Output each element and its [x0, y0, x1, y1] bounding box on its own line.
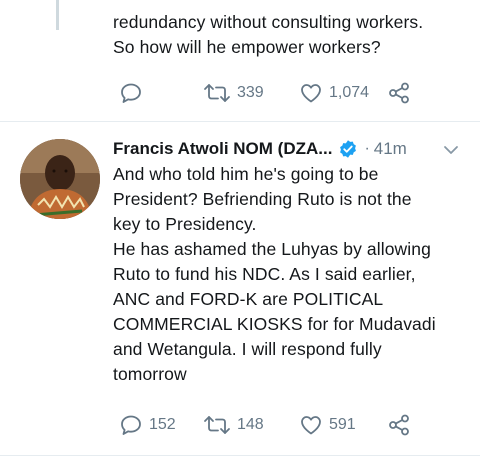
retweet-count: 339 [237, 84, 264, 101]
reply-icon [119, 81, 143, 105]
tweet-divider [0, 455, 480, 456]
heart-icon [299, 413, 323, 437]
timestamp[interactable]: 41m [374, 139, 407, 159]
share-icon [387, 413, 411, 437]
tweet-text: redundancy without consulting workers. S… [113, 12, 424, 57]
chevron-down-icon[interactable] [442, 141, 460, 164]
author-name[interactable]: Francis Atwoli NOM (DZA... [113, 139, 332, 159]
reply-button[interactable]: 152 [119, 412, 176, 438]
share-button[interactable] [387, 80, 411, 106]
retweet-icon [203, 413, 231, 437]
retweet-button[interactable]: 339 [203, 80, 264, 106]
verified-badge-icon [338, 139, 358, 159]
reply-icon [119, 413, 143, 437]
tweet-actions: 152 148 591 [113, 412, 433, 438]
share-button[interactable] [387, 412, 411, 438]
avatar[interactable] [20, 139, 100, 219]
like-count: 591 [329, 416, 356, 433]
heart-icon [299, 81, 323, 105]
like-button[interactable]: 1,074 [299, 80, 369, 106]
retweet-count: 148 [237, 416, 264, 433]
separator-dot: · [364, 140, 370, 157]
reply-count: 152 [149, 416, 176, 433]
retweet-icon [203, 81, 231, 105]
retweet-button[interactable]: 148 [203, 412, 264, 438]
thread-connector-line [56, 0, 59, 30]
avatar-photo [20, 139, 100, 219]
like-count: 1,074 [329, 84, 370, 101]
tweet-divider [0, 121, 480, 122]
reply-button[interactable] [119, 80, 143, 106]
like-button[interactable]: 591 [299, 412, 356, 438]
tweet-actions: 339 1,074 [113, 80, 433, 106]
tweet-header: Francis Atwoli NOM (DZA... · 41m [113, 137, 468, 161]
tweet-text: And who told him he's going to be Presid… [113, 164, 436, 384]
share-icon [387, 81, 411, 105]
